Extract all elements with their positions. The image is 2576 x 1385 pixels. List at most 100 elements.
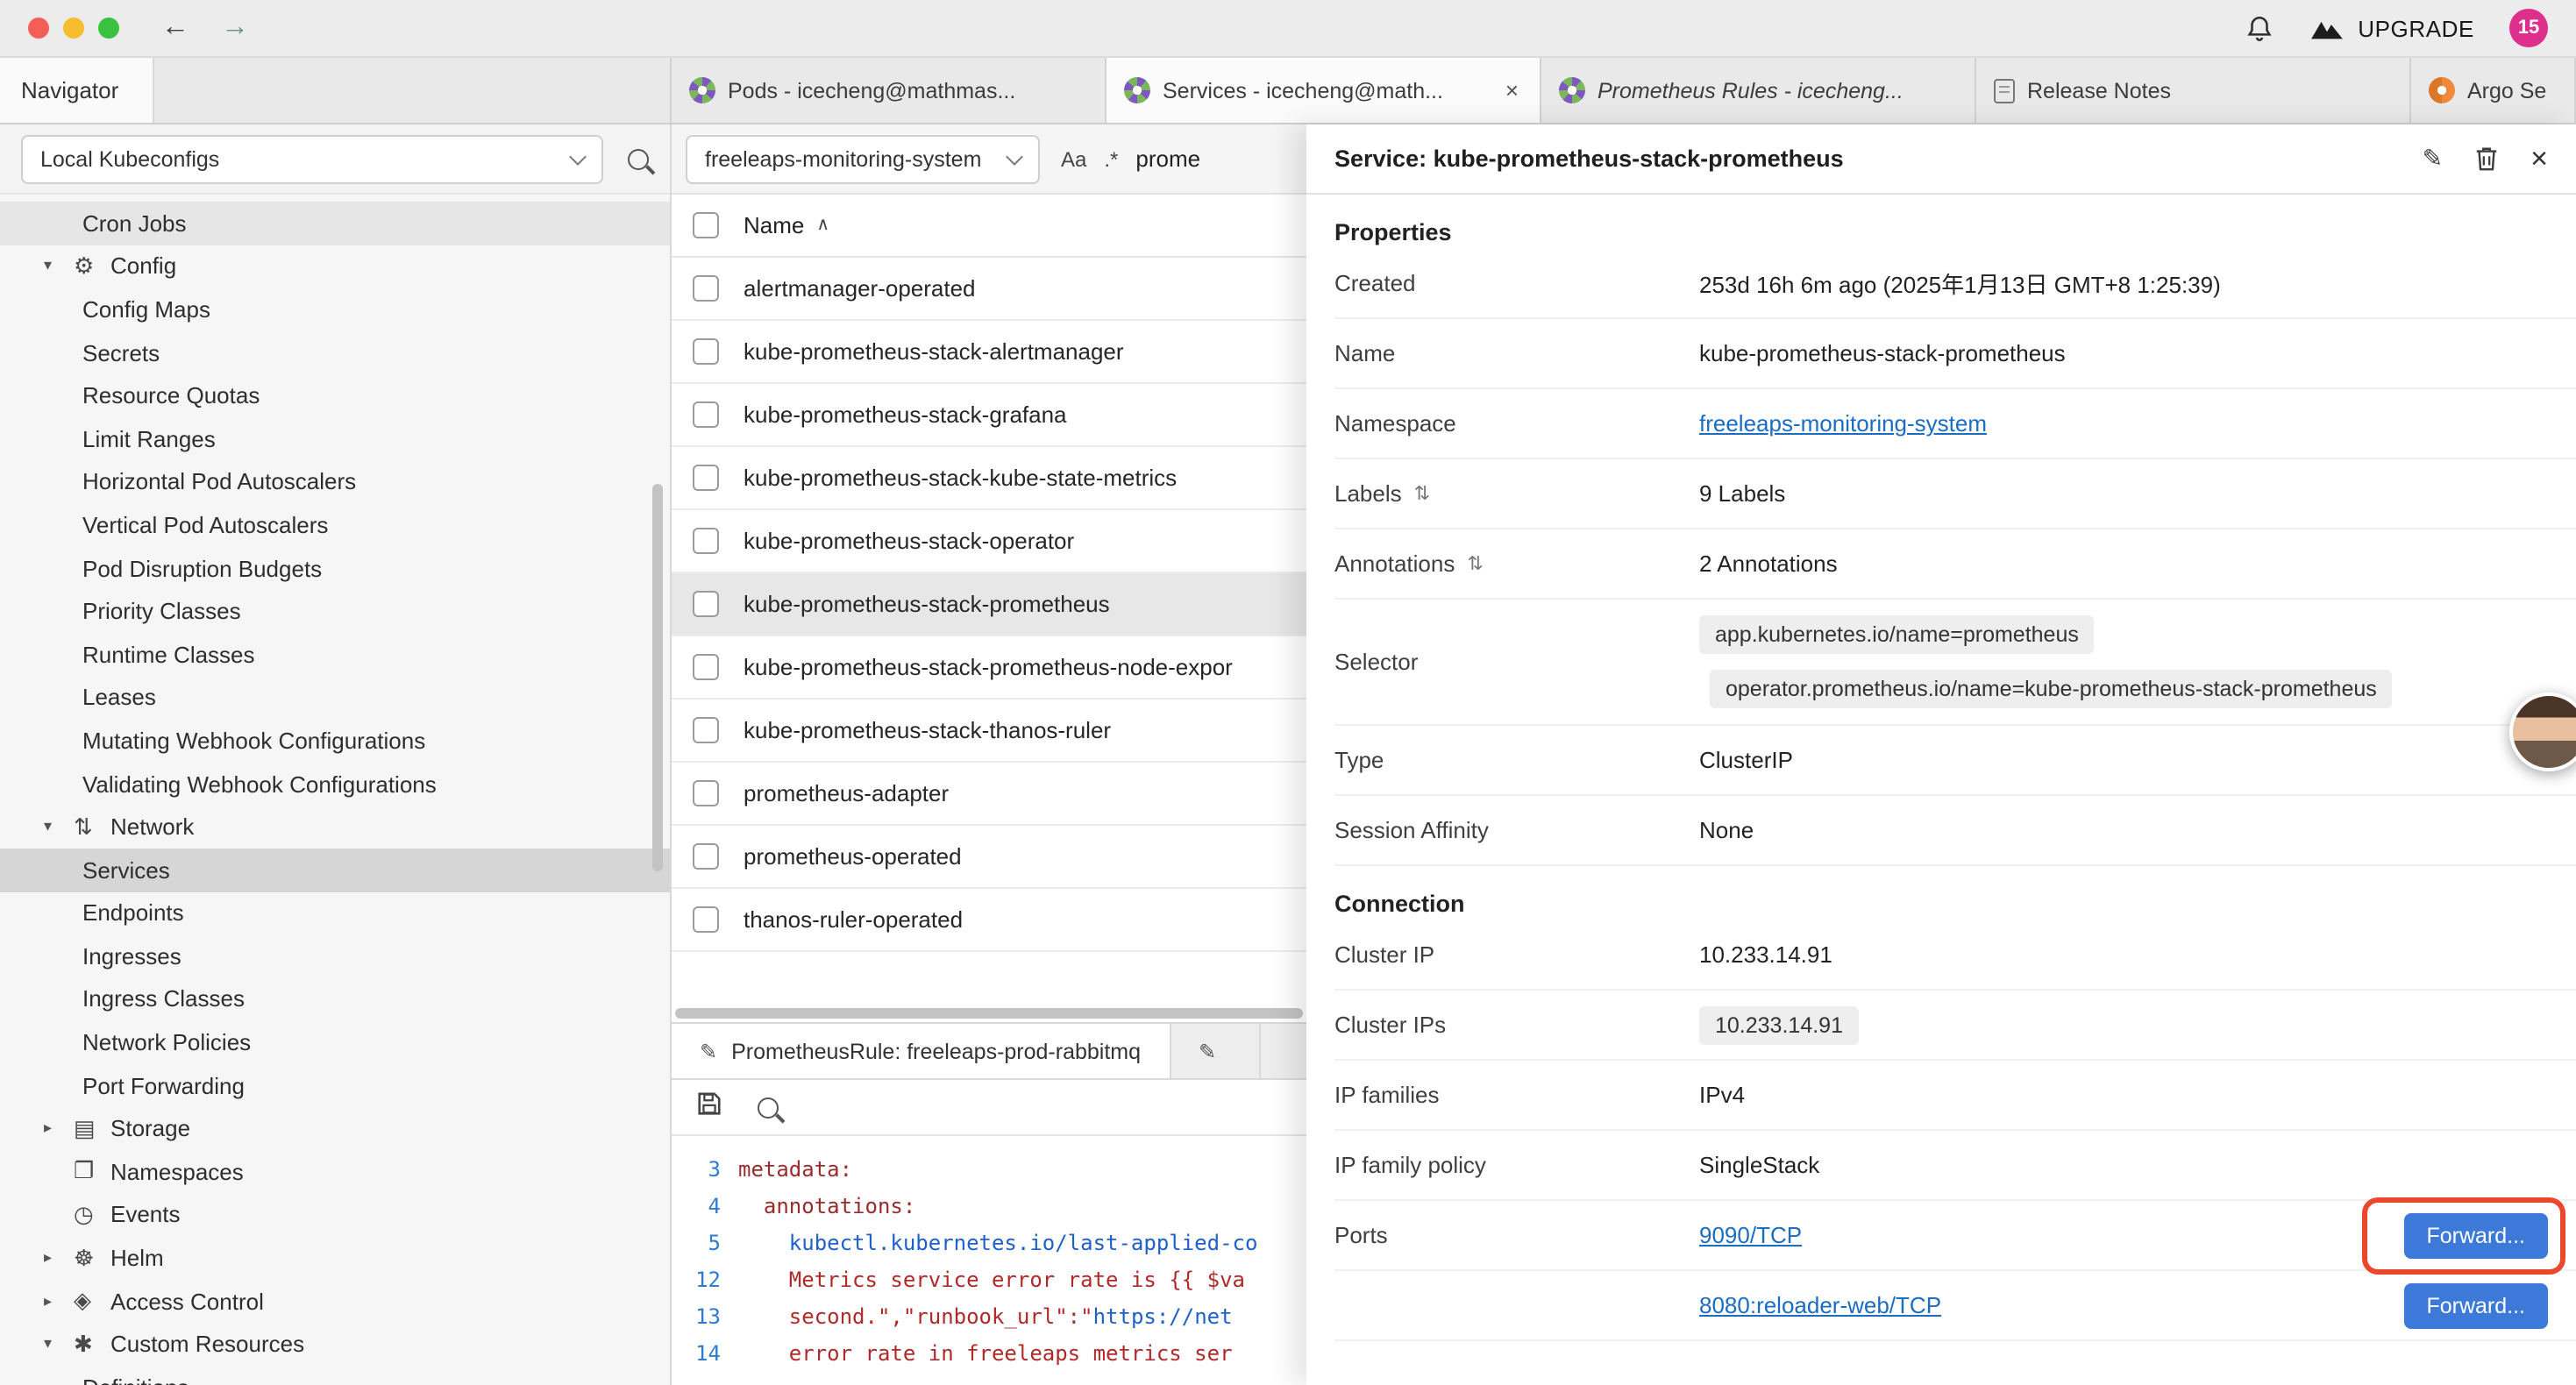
tab-icon xyxy=(1124,77,1150,103)
minimize-window-button[interactable] xyxy=(63,18,84,39)
sidebar-item[interactable]: Services xyxy=(0,849,670,891)
search-query[interactable]: prome xyxy=(1135,146,1200,172)
sidebar-item-label: Helm xyxy=(110,1245,164,1271)
table-row[interactable]: prometheus-operated xyxy=(672,826,1306,889)
code-text: https://net xyxy=(1093,1303,1233,1328)
sidebar-item[interactable]: Secrets xyxy=(0,331,670,374)
editor-tab[interactable]: Prometheus Rules - icecheng... xyxy=(1541,58,1976,123)
sidebar-item[interactable]: Resource Quotas xyxy=(0,374,670,417)
row-checkbox[interactable] xyxy=(693,843,719,870)
expand-toggle-icon[interactable]: ⇅ xyxy=(1467,552,1483,575)
sidebar-item-label: Access Control xyxy=(110,1288,264,1314)
sidebar-item[interactable]: Config Maps xyxy=(0,288,670,330)
sidebar-item[interactable]: Vertical Pod Autoscalers xyxy=(0,503,670,546)
row-checkbox[interactable] xyxy=(693,654,719,680)
sidebar-item[interactable]: Cron Jobs xyxy=(0,202,670,245)
close-icon[interactable]: × xyxy=(2530,141,2548,176)
sidebar-item[interactable]: ◷ Events xyxy=(0,1193,670,1236)
editor-tab[interactable]: Argo Se xyxy=(2411,58,2576,123)
editor-search-icon[interactable] xyxy=(758,1097,779,1118)
table-row[interactable]: kube-prometheus-stack-operator xyxy=(672,510,1306,573)
edit-icon[interactable]: ✎ xyxy=(2423,144,2443,174)
table-row[interactable]: alertmanager-operated xyxy=(672,258,1306,321)
editor-tab[interactable]: Services - icecheng@math... × xyxy=(1107,58,1541,123)
notifications-icon[interactable] xyxy=(2244,13,2274,43)
namespace-link[interactable]: freeleaps-monitoring-system xyxy=(1699,410,1987,437)
sidebar-item[interactable]: Horizontal Pod Autoscalers xyxy=(0,460,670,503)
dock-tab[interactable]: ✎ PrometheusRule: freeleaps-prod-rabbitm… xyxy=(672,1024,1171,1078)
sidebar-item[interactable]: Mutating Webhook Configurations xyxy=(0,719,670,762)
kubeconfig-selector[interactable]: Local Kubeconfigs xyxy=(21,134,603,183)
sidebar-item[interactable]: Leases xyxy=(0,676,670,719)
editor-tab[interactable]: Pods - icecheng@mathmas... xyxy=(672,58,1107,123)
sidebar-scrollbar[interactable] xyxy=(652,484,663,871)
code-text: metadata: xyxy=(738,1156,852,1181)
table-row[interactable]: kube-prometheus-stack-kube-state-metrics xyxy=(672,447,1306,510)
sidebar-item[interactable]: Validating Webhook Configurations xyxy=(0,762,670,805)
forward-icon[interactable]: → xyxy=(221,12,249,44)
expand-toggle-icon[interactable]: ⇅ xyxy=(1414,482,1430,505)
row-checkbox[interactable] xyxy=(693,338,719,365)
forward-button[interactable]: Forward... xyxy=(2403,1212,2548,1258)
table-row[interactable]: prometheus-adapter xyxy=(672,763,1306,826)
sidebar-item[interactable]: Endpoints xyxy=(0,891,670,934)
sidebar-item[interactable]: Ingresses xyxy=(0,934,670,977)
regex-toggle[interactable]: .* xyxy=(1104,146,1118,171)
row-checkbox[interactable] xyxy=(693,780,719,806)
table-row[interactable]: kube-prometheus-stack-grafana xyxy=(672,384,1306,447)
sidebar-item[interactable]: ▾ ⚙ Config xyxy=(0,245,670,288)
sidebar-item[interactable]: ▸ ◈ Access Control xyxy=(0,1280,670,1323)
sidebar-item[interactable]: Priority Classes xyxy=(0,590,670,633)
sidebar-item[interactable]: Definitions xyxy=(0,1366,670,1385)
upgrade-icon xyxy=(2309,17,2344,39)
editor-tab[interactable]: Release Notes xyxy=(1976,58,2411,123)
back-icon[interactable]: ← xyxy=(161,12,189,44)
dock-tab[interactable]: ✎ xyxy=(1171,1024,1260,1078)
sidebar-item[interactable]: Network Policies xyxy=(0,1021,670,1064)
table-row[interactable]: kube-prometheus-stack-thanos-ruler xyxy=(672,700,1306,763)
forward-button[interactable]: Forward... xyxy=(2403,1282,2548,1328)
row-checkbox[interactable] xyxy=(693,906,719,933)
sidebar-item[interactable]: ▾ ⇅ Network xyxy=(0,806,670,849)
close-window-button[interactable] xyxy=(28,18,49,39)
namespace-selector[interactable]: freeleaps-monitoring-system xyxy=(686,134,1040,183)
sidebar-item[interactable]: Ingress Classes xyxy=(0,977,670,1020)
sidebar-item[interactable]: Limit Ranges xyxy=(0,417,670,460)
table-row[interactable]: kube-prometheus-stack-prometheus-node-ex… xyxy=(672,636,1306,700)
dock-tabs: ✎ PrometheusRule: freeleaps-prod-rabbitm… xyxy=(672,1022,1306,1080)
save-icon[interactable] xyxy=(696,1090,722,1125)
sidebar-item[interactable]: ▸ ▤ Storage xyxy=(0,1107,670,1150)
sidebar-item[interactable]: ❐ Namespaces xyxy=(0,1150,670,1193)
select-all-checkbox[interactable] xyxy=(693,212,719,238)
row-checkbox[interactable] xyxy=(693,528,719,554)
tab-label: Pods - icecheng@mathmas... xyxy=(728,78,1087,103)
sidebar-item[interactable]: ▾ ✱ Custom Resources xyxy=(0,1323,670,1366)
horizontal-scrollbar[interactable] xyxy=(672,1005,1306,1022)
row-checkbox[interactable] xyxy=(693,275,719,302)
match-case-toggle[interactable]: Aa xyxy=(1061,146,1086,171)
row-checkbox[interactable] xyxy=(693,591,719,617)
delete-icon[interactable] xyxy=(2474,146,2499,172)
row-checkbox[interactable] xyxy=(693,465,719,491)
column-header-name[interactable]: Name ∧ xyxy=(744,212,829,238)
sidebar-item[interactable]: Port Forwarding xyxy=(0,1064,670,1107)
maximize-window-button[interactable] xyxy=(98,18,119,39)
table-row[interactable]: kube-prometheus-stack-alertmanager xyxy=(672,321,1306,384)
scrollbar-thumb[interactable] xyxy=(675,1008,1303,1019)
table-row[interactable]: thanos-ruler-operated xyxy=(672,889,1306,952)
row-checkbox[interactable] xyxy=(693,401,719,428)
close-tab-icon[interactable]: × xyxy=(1502,77,1522,103)
search-icon[interactable] xyxy=(628,148,649,169)
sidebar-item[interactable]: ▸ ☸ Helm xyxy=(0,1237,670,1280)
row-checkbox[interactable] xyxy=(693,717,719,743)
port-link[interactable]: 9090/TCP xyxy=(1699,1222,1802,1248)
navigator-tab[interactable]: Navigator xyxy=(0,58,154,123)
sidebar-item[interactable]: Pod Disruption Budgets xyxy=(0,547,670,590)
notification-count-badge[interactable]: 15 xyxy=(2509,9,2548,47)
yaml-editor[interactable]: 3 metadata: 4 annotations: 5 kubectl.kub… xyxy=(672,1136,1306,1385)
port-link[interactable]: 8080:reloader-web/TCP xyxy=(1699,1292,1941,1318)
services-table: alertmanager-operated kube-prometheus-st… xyxy=(672,258,1306,952)
upgrade-button[interactable]: UPGRADE xyxy=(2309,15,2474,41)
sidebar-item[interactable]: Runtime Classes xyxy=(0,633,670,676)
table-row[interactable]: kube-prometheus-stack-prometheus xyxy=(672,573,1306,636)
